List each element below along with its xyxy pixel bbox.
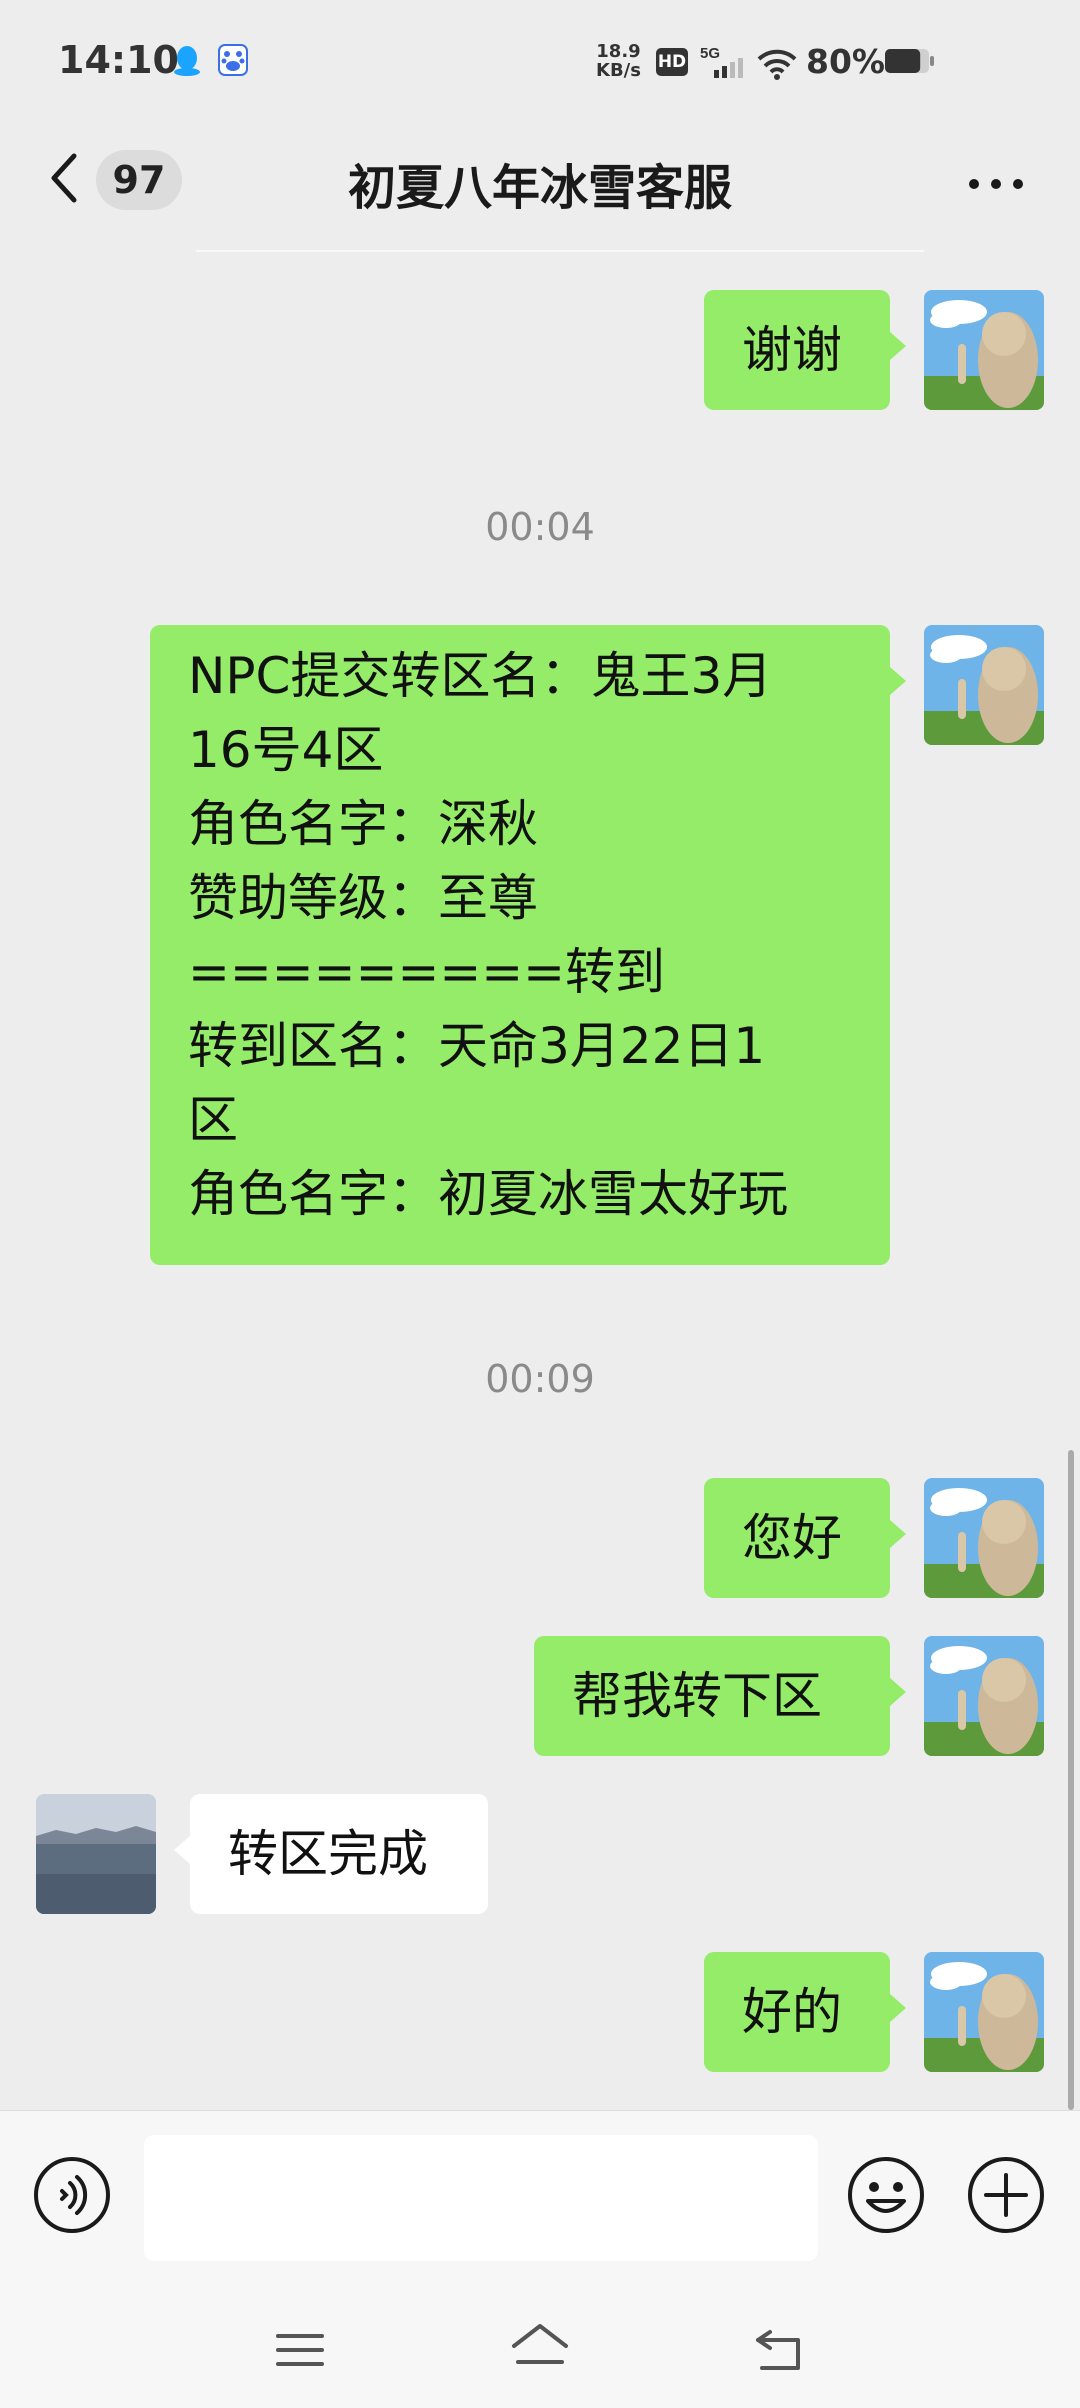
system-nav-bar (0, 2290, 1080, 2408)
my-avatar[interactable] (924, 1478, 1044, 1598)
message-bubble[interactable]: NPC提交转区名：鬼王3月 16号4区 角色名字：深秋 赞助等级：至尊 ====… (150, 625, 906, 1265)
message-timestamp: 00:04 (485, 505, 595, 549)
network-label: 5G (700, 45, 720, 62)
hd-icon: HD (656, 48, 688, 76)
my-avatar[interactable] (924, 290, 1044, 410)
battery-icon (885, 49, 934, 73)
divider (196, 250, 924, 252)
home-icon[interactable] (508, 2320, 572, 2376)
my-avatar[interactable] (924, 1952, 1044, 2072)
message-input[interactable] (144, 2135, 818, 2261)
status-bar: 14:10 18.9 KB/s HD 5G 80% (0, 0, 1080, 120)
my-avatar[interactable] (924, 625, 1044, 745)
my-avatar[interactable] (924, 1636, 1044, 1756)
message-bubble[interactable]: 转区完成 (174, 1794, 488, 1914)
emoji-icon[interactable] (846, 2155, 926, 2235)
back-icon[interactable] (754, 2326, 806, 2374)
status-time: 14:10 (58, 38, 179, 82)
network-speed-unit: KB/s (596, 60, 641, 81)
network-speed-value: 18.9 (596, 41, 641, 62)
message-bubble[interactable]: 谢谢 (704, 290, 906, 410)
page-title: 初夏八年冰雪客服 (347, 160, 732, 216)
message-bubble[interactable]: 您好 (704, 1478, 906, 1598)
wifi-icon (757, 49, 797, 80)
message-timestamp: 00:09 (485, 1357, 595, 1401)
plus-icon[interactable] (966, 2155, 1046, 2235)
contact-avatar[interactable] (36, 1794, 156, 1914)
input-bar (0, 2110, 1080, 2291)
baidu-icon (218, 44, 248, 76)
battery-percent: 80% (806, 42, 885, 81)
message-bubble[interactable]: 好的 (704, 1952, 906, 2072)
chat-header: 97 初夏八年冰雪客服 (0, 120, 1080, 250)
menu-icon[interactable] (276, 2330, 324, 2370)
more-icon[interactable] (966, 176, 1026, 192)
voice-icon[interactable] (32, 2155, 112, 2235)
qq-icon (174, 46, 200, 76)
message-bubble[interactable]: 帮我转下区 (534, 1636, 906, 1756)
5g-signal-icon: 5G (700, 45, 743, 78)
network-speed: 18.9 KB/s (596, 42, 641, 80)
scrollbar[interactable] (1068, 1450, 1074, 2110)
